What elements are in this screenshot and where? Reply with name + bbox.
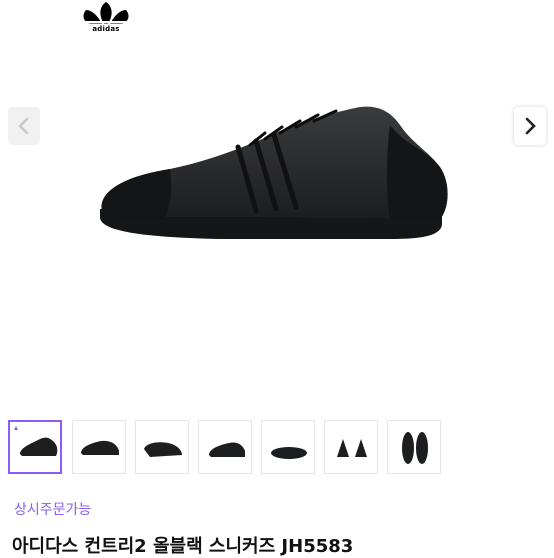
thumbnail-6[interactable] (324, 420, 378, 474)
gallery-prev-button[interactable] (8, 107, 40, 145)
product-hero-image[interactable] (60, 85, 480, 265)
chevron-right-icon (525, 117, 536, 135)
chevron-left-icon (18, 117, 29, 135)
thumbnail-3[interactable] (135, 420, 189, 474)
order-status-label: 상시주문가능 (14, 502, 92, 518)
brand-wordmark: adidas (92, 25, 120, 33)
gallery-next-button[interactable] (514, 107, 546, 145)
thumbnail-1[interactable] (8, 420, 62, 474)
thumbnail-7[interactable] (387, 420, 441, 474)
thumbnail-5[interactable] (261, 420, 315, 474)
thumbnail-4[interactable] (198, 420, 252, 474)
product-title: 아디다스 컨트리2 올블랙 스니커즈 JH5583 (12, 536, 354, 557)
thumbnail-2[interactable] (72, 420, 126, 474)
